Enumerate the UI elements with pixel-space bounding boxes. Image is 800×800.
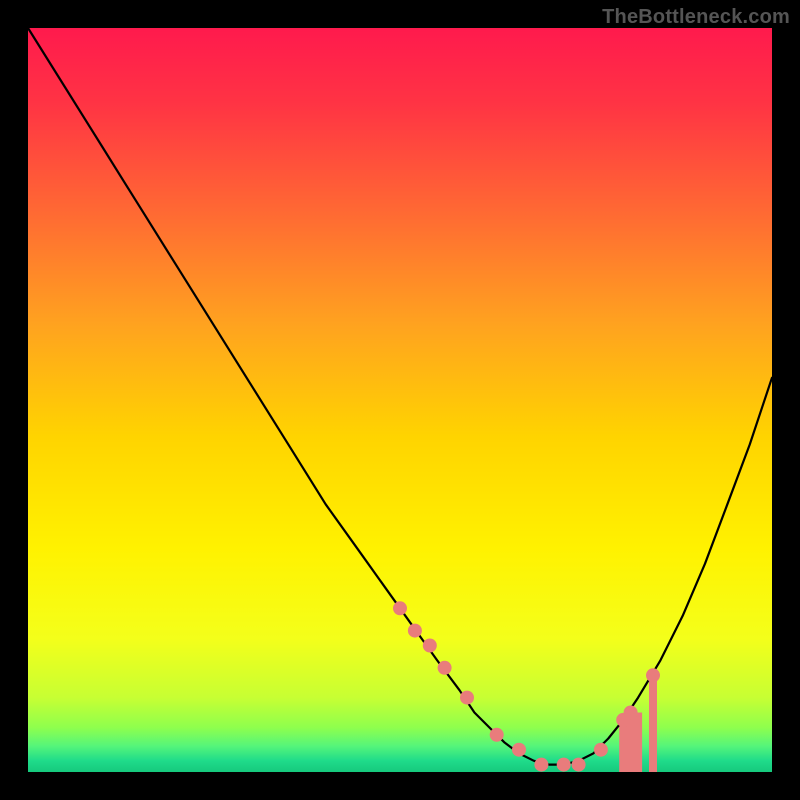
highlight-marker bbox=[624, 706, 638, 720]
highlight-marker bbox=[572, 758, 586, 772]
highlight-marker bbox=[557, 758, 571, 772]
highlight-marker bbox=[393, 601, 407, 615]
highlight-marker bbox=[460, 691, 474, 705]
highlight-marker bbox=[646, 668, 660, 682]
chart-stage: TheBottleneck.com bbox=[0, 0, 800, 800]
highlight-bar bbox=[634, 713, 642, 773]
watermark-text: TheBottleneck.com bbox=[602, 6, 790, 29]
plot-svg bbox=[0, 0, 800, 800]
highlight-marker bbox=[438, 661, 452, 675]
highlight-marker bbox=[490, 728, 504, 742]
highlight-bar bbox=[619, 720, 627, 772]
highlight-marker bbox=[534, 758, 548, 772]
highlight-marker bbox=[512, 743, 526, 757]
highlight-bar bbox=[649, 675, 657, 772]
highlight-marker bbox=[594, 743, 608, 757]
highlight-marker bbox=[408, 624, 422, 638]
highlight-marker bbox=[423, 639, 437, 653]
